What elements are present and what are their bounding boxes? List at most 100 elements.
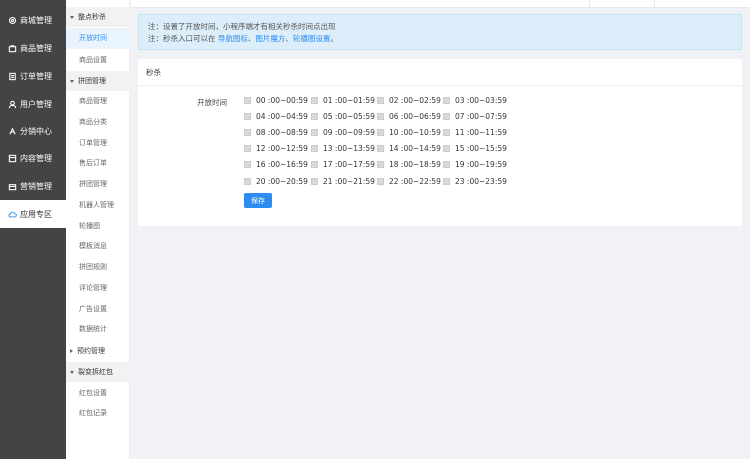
menu-item[interactable]: 拼团规则 xyxy=(66,257,129,278)
checkbox-box[interactable] xyxy=(377,96,384,104)
caret-right-icon xyxy=(70,349,73,353)
flash-sale-card: 秒杀 开放时间 00 :00~00:59 01 :00~01:59 02 :00~0… xyxy=(138,59,742,226)
checkbox-box[interactable] xyxy=(377,128,384,136)
time-slot-checkbox[interactable]: 22 :00~22:59 xyxy=(377,175,441,187)
checkbox-box[interactable] xyxy=(443,112,450,120)
menu-open-time[interactable]: 开放时间 xyxy=(66,28,129,49)
nav-content[interactable]: 内容管理 xyxy=(0,144,66,172)
time-slot-label: 18 :00~18:59 xyxy=(389,160,441,170)
checkbox-box[interactable] xyxy=(311,177,318,185)
menu-item[interactable]: 订单管理 xyxy=(66,133,129,154)
caret-down-icon xyxy=(70,370,74,374)
menu-label: 商品管理 xyxy=(79,97,107,106)
nav-marketing[interactable]: 营销管理 xyxy=(0,172,66,200)
time-slot-label: 06 :00~06:59 xyxy=(389,111,441,121)
checkbox-box[interactable] xyxy=(443,145,450,153)
time-slot-checkbox[interactable]: 06 :00~06:59 xyxy=(377,110,441,122)
checkbox-box[interactable] xyxy=(443,96,450,104)
checkbox-box[interactable] xyxy=(377,112,384,120)
menu-item[interactable]: 商品管理 xyxy=(66,91,129,112)
nav-apps[interactable]: 应用专区 xyxy=(0,200,66,228)
menu-item[interactable]: 轮播图 xyxy=(66,216,129,237)
checkbox-box[interactable] xyxy=(311,161,318,169)
time-slot-checkbox[interactable]: 08 :00~08:59 xyxy=(244,126,308,138)
nav-mall-settings[interactable]: 商城管理 xyxy=(0,6,66,34)
checkbox-box[interactable] xyxy=(377,145,384,153)
menu-item[interactable]: 评论管理 xyxy=(66,278,129,299)
time-slot-checkbox[interactable]: 00 :00~00:59 xyxy=(244,94,308,106)
time-slot-label: 20 :00~20:59 xyxy=(256,176,308,186)
link-carousel-settings[interactable]: 轮播图设置 xyxy=(293,34,331,43)
checkbox-box[interactable] xyxy=(443,161,450,169)
time-slot-checkbox[interactable]: 12 :00~12:59 xyxy=(244,143,308,155)
nav-users[interactable]: 用户管理 xyxy=(0,90,66,118)
menu-item[interactable]: 红包记录 xyxy=(66,403,129,424)
checkbox-box[interactable] xyxy=(311,145,318,153)
checkbox-box[interactable] xyxy=(443,177,450,185)
checkbox-box[interactable] xyxy=(244,112,251,120)
menu-item[interactable]: 机器人管理 xyxy=(66,195,129,216)
time-slot-checkbox[interactable]: 20 :00~20:59 xyxy=(244,175,308,187)
divider xyxy=(654,0,655,8)
menu-label: 广告设置 xyxy=(79,305,107,314)
time-slot-checkbox[interactable]: 21 :00~21:59 xyxy=(311,175,375,187)
time-slot-checkbox[interactable]: 14 :00~14:59 xyxy=(377,143,441,155)
time-slot-checkbox[interactable]: 16 :00~16:59 xyxy=(244,159,308,171)
menu-item[interactable]: 拼团管理 xyxy=(66,174,129,195)
time-slot-checkbox[interactable]: 11 :00~11:59 xyxy=(443,126,507,138)
link-image-cube[interactable]: 图片魔方 xyxy=(255,34,285,43)
time-slot-checkbox[interactable]: 15 :00~15:59 xyxy=(443,143,507,155)
save-button[interactable]: 保存 xyxy=(244,193,272,208)
time-slot-checkbox[interactable]: 03 :00~03:59 xyxy=(443,94,507,106)
time-slot-checkbox[interactable]: 04 :00~04:59 xyxy=(244,110,308,122)
time-slot-checkbox[interactable]: 13 :00~13:59 xyxy=(311,143,375,155)
menu-item[interactable]: 模板消息 xyxy=(66,236,129,257)
time-slot-label: 14 :00~14:59 xyxy=(389,144,441,154)
checkbox-box[interactable] xyxy=(244,128,251,136)
notice-separator: 、 xyxy=(285,34,293,43)
checkbox-box[interactable] xyxy=(244,161,251,169)
nav-orders[interactable]: 订单管理 xyxy=(0,62,66,90)
nav-distribution[interactable]: 分销中心 xyxy=(0,117,66,145)
time-slot-checkbox[interactable]: 02 :00~02:59 xyxy=(377,94,441,106)
time-slot-checkbox[interactable]: 17 :00~17:59 xyxy=(311,159,375,171)
card-title: 秒杀 xyxy=(138,59,742,86)
group-booking[interactable]: 预约管理 xyxy=(66,341,129,361)
time-slot-checkbox[interactable]: 05 :00~05:59 xyxy=(311,110,375,122)
checkbox-box[interactable] xyxy=(377,161,384,169)
checkbox-box[interactable] xyxy=(244,145,251,153)
menu-item[interactable]: 商品分类 xyxy=(66,112,129,133)
notice-box: 注：设置了开放时间，小程序端才有相关秒杀时间点出现 注：秒杀入口可以在 导航图标… xyxy=(138,14,742,50)
link-nav-icons[interactable]: 导航图标 xyxy=(218,34,248,43)
checkbox-box[interactable] xyxy=(311,128,318,136)
checkbox-box[interactable] xyxy=(311,112,318,120)
time-slot-label: 07 :00~07:59 xyxy=(455,111,507,121)
checkbox-box[interactable] xyxy=(311,96,318,104)
time-slot-checkbox[interactable]: 09 :00~09:59 xyxy=(311,126,375,138)
time-slot-label: 22 :00~22:59 xyxy=(389,176,441,186)
time-slot-checkbox[interactable]: 10 :00~10:59 xyxy=(377,126,441,138)
time-slot-checkbox[interactable]: 01 :00~01:59 xyxy=(311,94,375,106)
time-slot-label: 08 :00~08:59 xyxy=(256,127,308,137)
menu-item[interactable]: 数据统计 xyxy=(66,319,129,340)
checkbox-box[interactable] xyxy=(244,96,251,104)
menu-item[interactable]: 售后订单 xyxy=(66,153,129,174)
nav-goods[interactable]: 商品管理 xyxy=(0,34,66,62)
group-flash-sale[interactable]: 整点秒杀 xyxy=(66,7,129,27)
notice-prefix: 注：秒杀入口可以在 xyxy=(148,34,216,43)
time-slot-checkbox[interactable]: 18 :00~18:59 xyxy=(377,159,441,171)
group-red-packet[interactable]: 裂变拆红包 xyxy=(66,362,129,382)
checkbox-box[interactable] xyxy=(443,128,450,136)
time-slot-label: 16 :00~16:59 xyxy=(256,160,308,170)
group-group-buy[interactable]: 拼团管理 xyxy=(66,71,129,91)
menu-label: 拼团规则 xyxy=(79,263,107,272)
menu-item[interactable]: 广告设置 xyxy=(66,299,129,320)
menu-item[interactable]: 红包设置 xyxy=(66,383,129,404)
time-slot-checkbox[interactable]: 07 :00~07:59 xyxy=(443,110,507,122)
checkbox-box[interactable] xyxy=(244,177,251,185)
menu-goods-settings[interactable]: 商品设置 xyxy=(66,50,129,71)
checkbox-box[interactable] xyxy=(377,177,384,185)
settings-icon xyxy=(8,16,17,25)
time-slot-checkbox[interactable]: 19 :00~19:59 xyxy=(443,159,507,171)
time-slot-checkbox[interactable]: 23 :00~23:59 xyxy=(443,175,507,187)
